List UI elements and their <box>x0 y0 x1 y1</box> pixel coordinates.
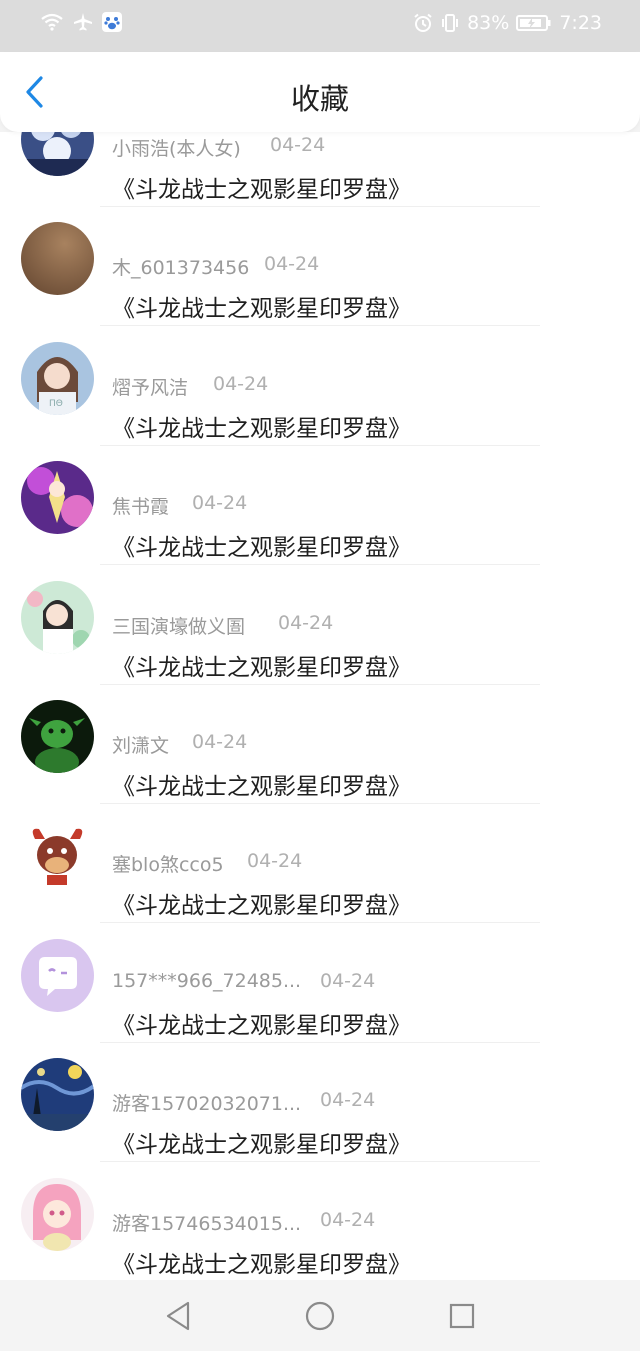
avatar <box>21 700 94 773</box>
username[interactable]: 三国演壕做义圄 <box>112 616 245 638</box>
item-meta: 157***966_72485... 04-24 <box>112 970 375 992</box>
list-item[interactable]: ΠΘ 熠予风洁 04-24 《斗龙战士之观影星印罗盘》 <box>0 327 640 446</box>
date: 04-24 <box>278 611 334 634</box>
wifi-icon <box>40 12 64 32</box>
date: 04-24 <box>320 1089 376 1112</box>
username[interactable]: 游客15702032071... <box>112 1093 301 1115</box>
list-item[interactable]: 小雨浩(本人女) 04-24 《斗龙战士之观影星印罗盘》 <box>0 132 640 207</box>
movie-title[interactable]: 《斗龙战士之观影星印罗盘》 <box>112 409 411 443</box>
back-triangle-icon <box>166 1301 190 1331</box>
chat-bubble-avatar-icon <box>21 938 94 1012</box>
username[interactable]: 熠予风洁 <box>112 377 188 399</box>
list-item[interactable]: 三国演壕做义圄 04-24 《斗龙战士之观影星印罗盘》 <box>0 566 640 685</box>
avatar <box>21 1058 94 1132</box>
green-creature-avatar-icon <box>21 700 94 773</box>
date: 04-24 <box>213 372 269 395</box>
favorites-list: 小雨浩(本人女) 04-24 《斗龙战士之观影星印罗盘》 木_601373456… <box>0 132 640 1280</box>
list-item[interactable]: 游客15702032071... 04-24 《斗龙战士之观影星印罗盘》 <box>0 1043 640 1163</box>
starry-night-avatar-icon <box>21 1058 94 1132</box>
date: 04-24 <box>320 1208 376 1231</box>
date: 04-24 <box>192 731 248 753</box>
status-right-icons: 83% 7:23 <box>413 12 602 34</box>
battery-icon <box>516 14 552 32</box>
list-item[interactable]: 157***966_72485... 04-24 《斗龙战士之观影星印罗盘》 <box>0 924 640 1043</box>
recents-square-icon <box>449 1303 475 1329</box>
page-title: 收藏 <box>290 82 349 116</box>
movie-title[interactable]: 《斗龙战士之观影星印罗盘》 <box>112 1125 411 1159</box>
status-left-icons <box>40 12 122 32</box>
date: 04-24 <box>320 969 376 992</box>
status-bar: 83% 7:23 <box>0 0 640 52</box>
list-item[interactable]: 焦书霞 04-24 《斗龙战士之观影星印罗盘》 <box>0 446 640 566</box>
avatar <box>21 132 94 176</box>
avatar <box>21 938 94 1012</box>
date: 04-24 <box>264 253 320 276</box>
item-meta: 三国演壕做义圄 04-24 <box>112 612 333 639</box>
username[interactable]: 游客15746534015... <box>112 1213 301 1235</box>
username[interactable]: 塞blo煞cco5 <box>112 854 224 876</box>
item-meta: 刘潇文 04-24 <box>112 731 247 758</box>
fairy-avatar-icon <box>21 461 94 535</box>
item-meta: 塞blo煞cco5 04-24 <box>112 850 302 877</box>
brown-blur-avatar-icon <box>21 222 94 296</box>
item-meta: 木_601373456 04-24 <box>112 253 319 280</box>
avatar <box>21 1177 94 1251</box>
anime-group-avatar-icon <box>21 132 94 176</box>
system-nav-bar <box>0 1280 640 1351</box>
date: 04-24 <box>270 134 326 156</box>
username[interactable]: 焦书霞 <box>112 496 169 518</box>
photo-girl-avatar-icon <box>21 580 94 654</box>
movie-title[interactable]: 《斗龙战士之观影星印罗盘》 <box>112 648 411 682</box>
header: 收藏 <box>0 52 640 132</box>
movie-title[interactable]: 《斗龙战士之观影星印罗盘》 <box>112 886 411 920</box>
date: 04-24 <box>247 850 303 873</box>
username[interactable]: 刘潇文 <box>112 735 169 757</box>
item-meta: 游客15746534015... 04-24 <box>112 1209 375 1236</box>
avatar <box>21 580 94 654</box>
bull-avatar-icon <box>21 819 94 893</box>
list-item[interactable]: 塞blo煞cco5 04-24 《斗龙战士之观影星印罗盘》 <box>0 804 640 924</box>
item-meta: 游客15702032071... 04-24 <box>112 1089 375 1116</box>
list-item[interactable]: 游客15746534015... 04-24 《斗龙战士之观影星印罗盘》 <box>0 1163 640 1280</box>
svg-text:ΠΘ: ΠΘ <box>49 399 63 409</box>
battery-percent: 83% <box>467 12 510 34</box>
movie-title[interactable]: 《斗龙战士之观影星印罗盘》 <box>112 1006 411 1040</box>
date: 04-24 <box>192 492 248 515</box>
pink-anime-avatar-icon <box>21 1177 94 1251</box>
nav-recents-button[interactable] <box>444 1298 480 1334</box>
nav-home-button[interactable] <box>302 1298 338 1334</box>
airplane-icon <box>72 12 94 32</box>
list-item[interactable]: 刘潇文 04-24 《斗龙战士之观影星印罗盘》 <box>0 685 640 804</box>
item-meta: 小雨浩(本人女) 04-24 <box>112 134 325 161</box>
username[interactable]: 157***966_72485... <box>112 970 301 992</box>
alarm-icon <box>413 13 433 33</box>
clock-time: 7:23 <box>559 12 602 34</box>
username[interactable]: 小雨浩(本人女) <box>112 138 241 160</box>
movie-title[interactable]: 《斗龙战士之观影星印罗盘》 <box>112 1245 411 1279</box>
home-circle-icon <box>305 1301 335 1331</box>
username[interactable]: 木_601373456 <box>112 257 249 279</box>
movie-title[interactable]: 《斗龙战士之观影星印罗盘》 <box>112 528 411 562</box>
avatar: ΠΘ <box>21 341 94 415</box>
avatar <box>21 461 94 535</box>
anime-girl-avatar-icon: ΠΘ <box>21 341 94 415</box>
nav-back-button[interactable] <box>160 1298 196 1334</box>
movie-title[interactable]: 《斗龙战士之观影星印罗盘》 <box>112 170 411 204</box>
list-item[interactable]: 木_601373456 04-24 《斗龙战士之观影星印罗盘》 <box>0 207 640 327</box>
movie-title[interactable]: 《斗龙战士之观影星印罗盘》 <box>112 767 411 801</box>
baidu-paw-icon <box>102 12 122 32</box>
avatar <box>21 819 94 893</box>
item-meta: 焦书霞 04-24 <box>112 492 247 519</box>
vibrate-icon <box>440 13 460 33</box>
avatar <box>21 222 94 296</box>
item-meta: 熠予风洁 04-24 <box>112 373 268 400</box>
movie-title[interactable]: 《斗龙战士之观影星印罗盘》 <box>112 289 411 323</box>
